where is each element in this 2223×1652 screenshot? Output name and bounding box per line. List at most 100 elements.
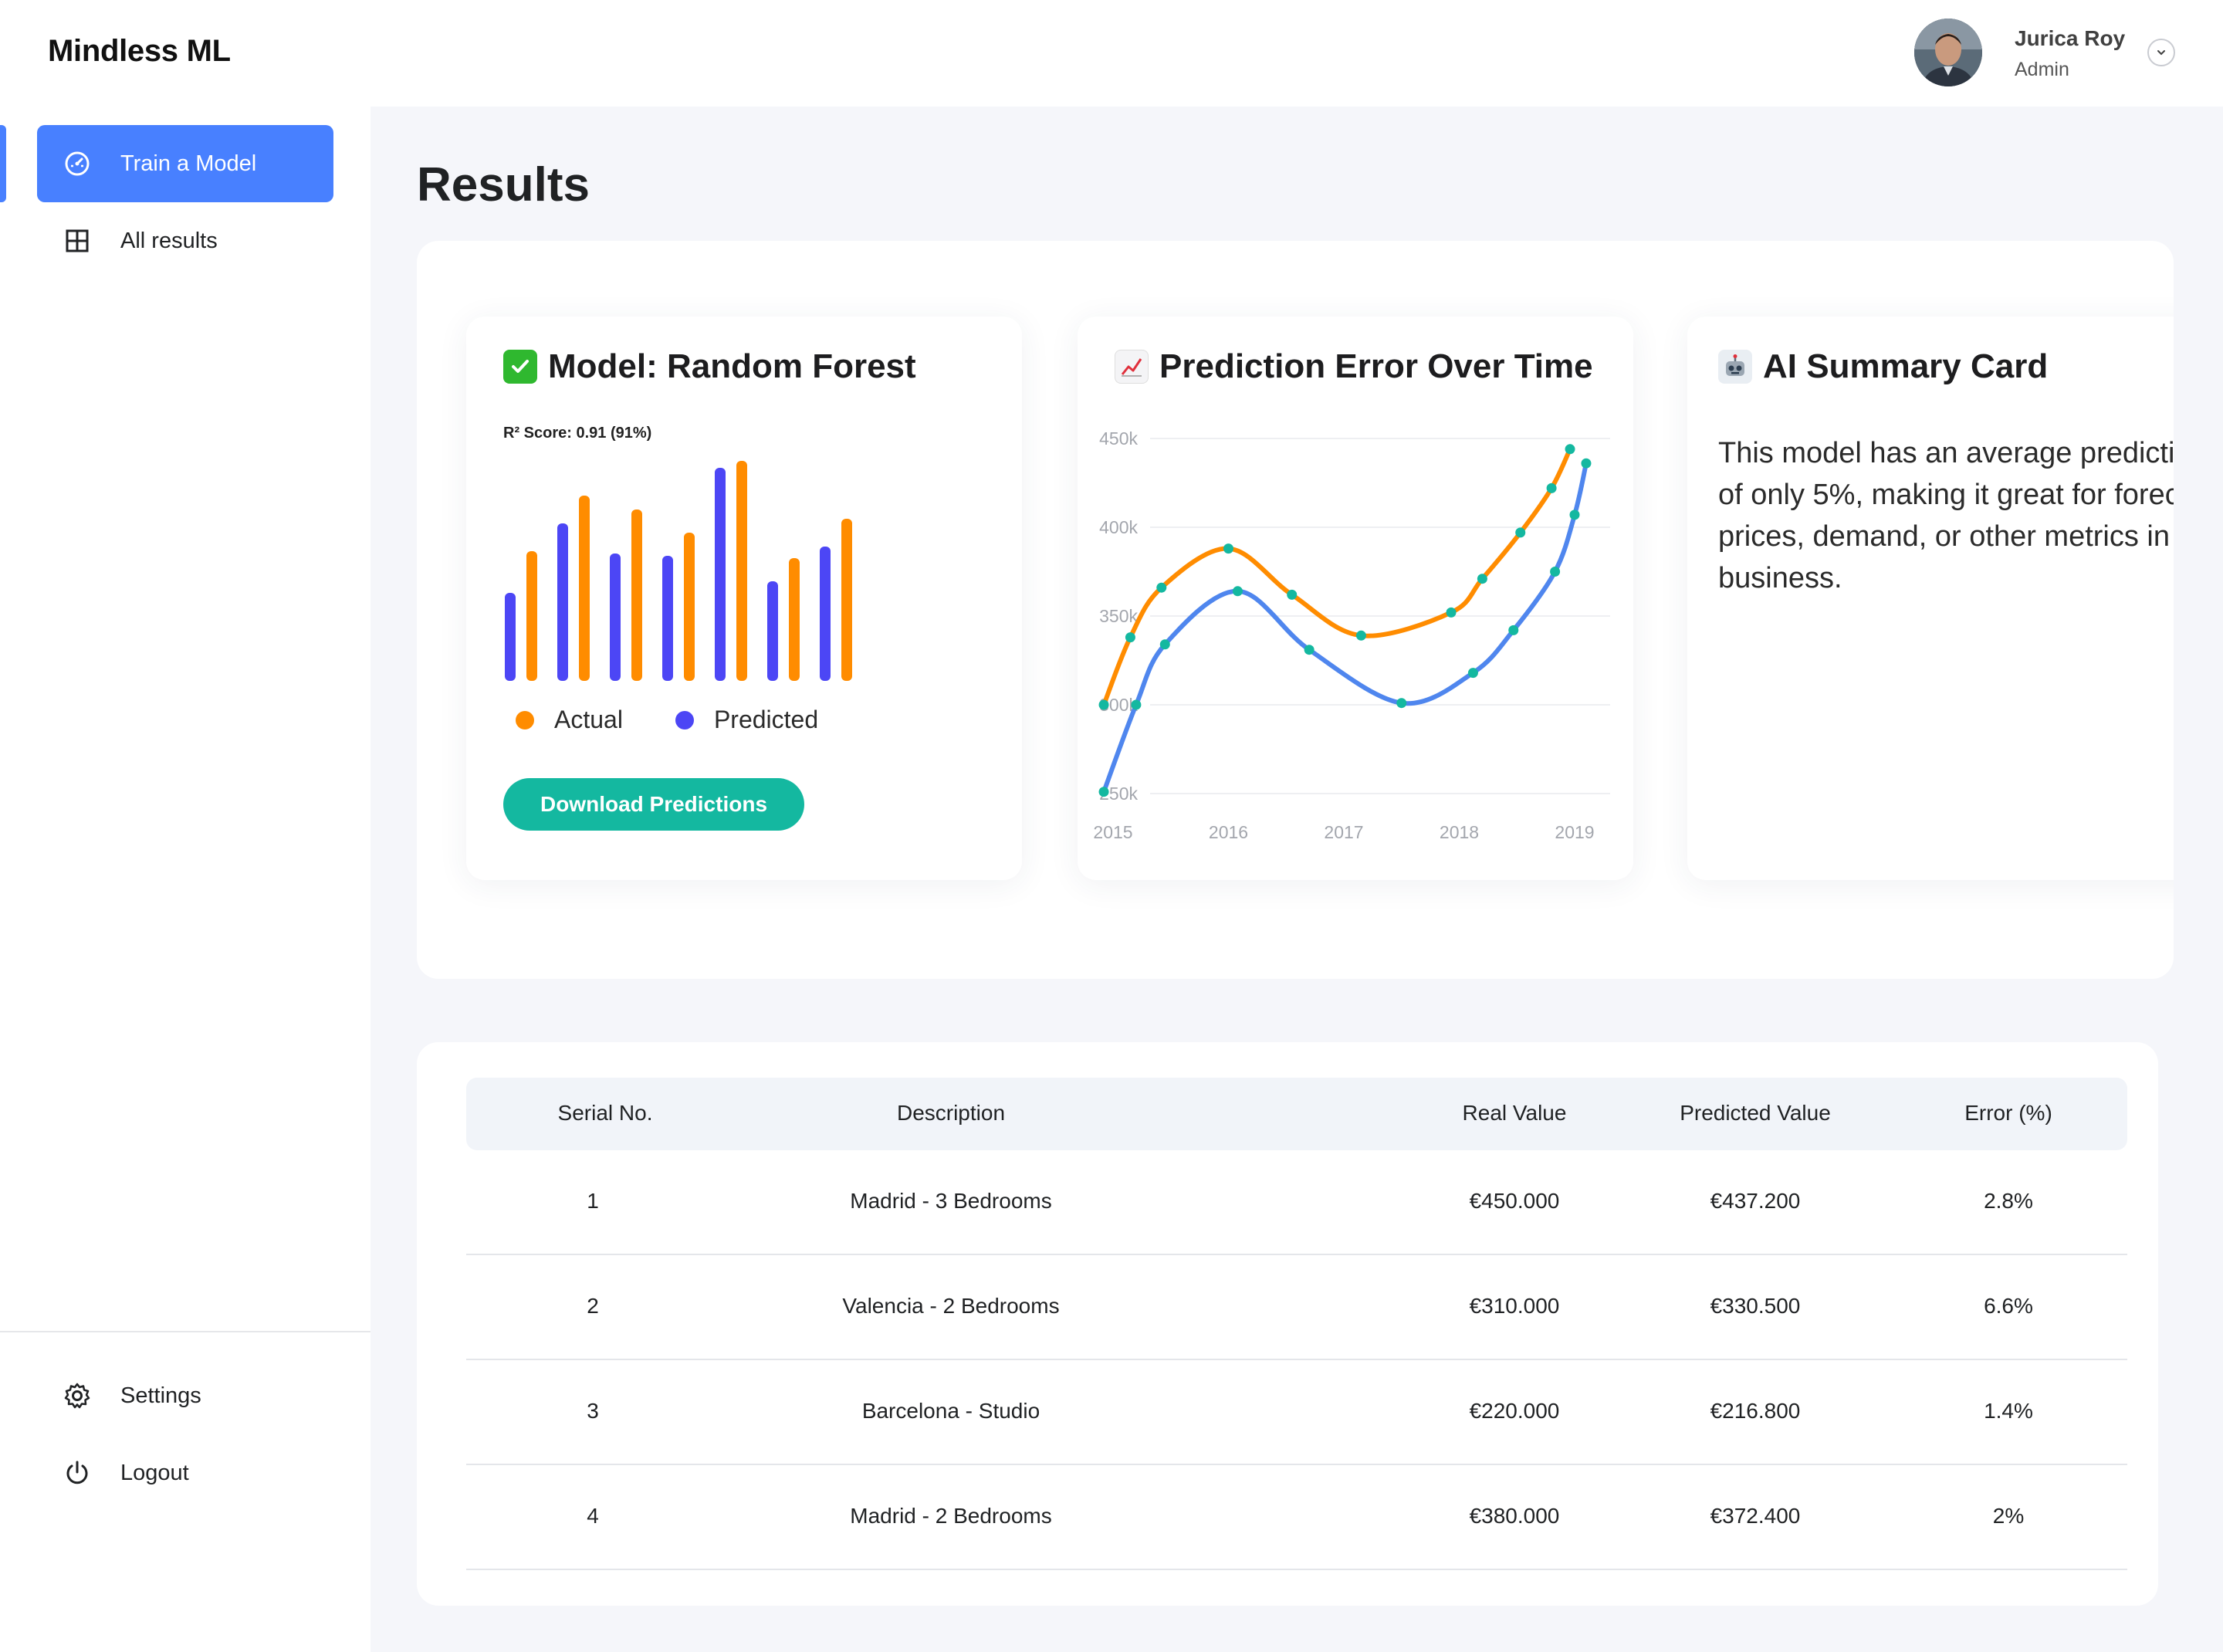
cell-predicted-value: €216.800 — [1710, 1399, 1801, 1423]
model-card-title-text: Model: Random Forest — [548, 347, 916, 385]
sidebar-item-label: Settings — [120, 1383, 201, 1408]
bar-actual — [579, 496, 590, 681]
sidebar-divider — [0, 1331, 370, 1332]
orange-series-point — [1223, 543, 1233, 554]
table-row[interactable]: 4 Madrid - 2 Bedrooms €380.000 €372.400 … — [466, 1465, 2127, 1570]
table-row[interactable]: 3 Barcelona - Studio €220.000 €216.800 1… — [466, 1360, 2127, 1465]
user-menu[interactable]: Jurica Roy Admin — [1914, 19, 2192, 90]
cell-error: 2% — [1992, 1504, 2025, 1528]
bar-actual — [789, 558, 800, 681]
y-tick-label: 350k — [1099, 606, 1138, 626]
model-card-title: Model: Random Forest — [503, 347, 916, 386]
blue-series-point — [1159, 639, 1170, 650]
orange-series-point — [1098, 699, 1109, 710]
legend-predicted-dot — [675, 710, 694, 730]
user-name: Jurica Roy — [2015, 26, 2126, 50]
orange-series-point — [1287, 589, 1298, 600]
active-indicator — [0, 125, 6, 202]
header-error[interactable]: Error (%) — [1869, 1101, 2147, 1126]
orange-series-point — [1477, 574, 1487, 584]
app-brand[interactable]: Mindless ML — [48, 34, 231, 69]
sidebar-item-label: All results — [120, 228, 218, 253]
bar-predicted — [505, 593, 516, 681]
sidebar-item-train-model[interactable]: Train a Model — [37, 125, 333, 202]
chevron-down-icon[interactable] — [2147, 39, 2175, 66]
cell-serial: 3 — [587, 1399, 599, 1423]
blue-series-point — [1098, 787, 1109, 797]
gear-icon — [63, 1382, 91, 1410]
legend-actual-label: Actual — [554, 706, 623, 733]
bar-predicted — [820, 547, 831, 681]
cell-predicted-value: €437.200 — [1710, 1189, 1801, 1213]
cell-real-value: €380.000 — [1469, 1504, 1560, 1528]
blue-series-point — [1581, 458, 1592, 469]
blue-series-point — [1232, 586, 1243, 597]
sidebar-item-label: Logout — [120, 1460, 189, 1485]
header-description[interactable]: Description — [812, 1101, 1090, 1126]
ai-summary-text: This model has an average prediction err… — [1718, 437, 2174, 594]
cell-description: Barcelona - Studio — [861, 1399, 1040, 1423]
header-real-value[interactable]: Real Value — [1375, 1101, 1653, 1126]
bar-predicted — [767, 581, 778, 681]
download-predictions-button[interactable]: Download Predictions — [503, 778, 804, 831]
legend-predicted-label: Predicted — [713, 706, 819, 733]
header-serial[interactable]: Serial No. — [466, 1101, 744, 1126]
blue-series-point — [1550, 567, 1561, 577]
bar-chart — [505, 461, 852, 681]
bar-predicted — [662, 556, 673, 681]
cell-real-value: €220.000 — [1469, 1399, 1560, 1423]
header-predicted-value[interactable]: Predicted Value — [1616, 1101, 1894, 1126]
cell-real-value: €450.000 — [1469, 1189, 1560, 1213]
bar-actual — [841, 519, 852, 681]
cell-error: 2.8% — [1984, 1189, 2033, 1213]
power-icon — [63, 1459, 91, 1487]
cell-error: 6.6% — [1984, 1294, 2033, 1318]
y-tick-label: 400k — [1099, 517, 1138, 537]
table-row[interactable]: 2 Valencia - 2 Bedrooms €310.000 €330.50… — [466, 1255, 2127, 1360]
table-row[interactable]: 1 Madrid - 3 Bedrooms €450.000 €437.200 … — [466, 1150, 2127, 1255]
results-cards-panel: Model: Random Forest R² Score: 0.91 (91%… — [417, 241, 2174, 979]
orange-series-point — [1546, 482, 1557, 493]
bar-predicted — [610, 553, 621, 681]
bar-actual — [526, 551, 537, 681]
top-bar: Mindless ML Jurica Roy Admin — [0, 0, 2223, 107]
ai-summary-title: AI Summary Card — [1718, 347, 2048, 386]
legend-actual-dot — [516, 710, 534, 730]
ai-summary-card: AI Summary Card This model has an averag… — [1687, 317, 2174, 880]
blue-series-point — [1569, 509, 1580, 520]
sidebar-item-settings[interactable]: Settings — [37, 1357, 333, 1434]
bar-predicted — [557, 523, 568, 681]
r2-score: R² Score: 0.91 (91%) — [503, 425, 652, 442]
bar-actual — [684, 533, 695, 681]
prediction-error-title-text: Prediction Error Over Time — [1159, 347, 1593, 385]
grid-icon — [63, 227, 91, 255]
sidebar-item-label: Train a Model — [120, 151, 257, 176]
bar-actual — [736, 461, 747, 681]
cell-real-value: €310.000 — [1469, 1294, 1560, 1318]
cell-description: Madrid - 2 Bedrooms — [850, 1504, 1052, 1528]
orange-series-point — [1355, 630, 1366, 641]
ai-summary-title-text: AI Summary Card — [1763, 347, 2049, 385]
x-tick-label: 2018 — [1440, 822, 1479, 842]
page-title: Results — [417, 158, 590, 212]
avatar[interactable] — [1914, 19, 1982, 86]
check-icon — [503, 350, 537, 384]
cell-serial: 2 — [587, 1294, 599, 1318]
x-tick-label: 2016 — [1209, 822, 1248, 842]
robot-icon — [1718, 350, 1752, 384]
bar-chart-legend: Actual Predicted — [503, 706, 858, 734]
blue-series-point — [1508, 625, 1519, 635]
orange-series-point — [1125, 632, 1135, 643]
cell-serial: 4 — [587, 1504, 599, 1528]
orange-series-point — [1156, 582, 1167, 593]
prediction-error-title: Prediction Error Over Time — [1115, 347, 1593, 386]
cell-serial: 1 — [587, 1189, 599, 1213]
sidebar-item-all-results[interactable]: All results — [37, 202, 333, 279]
cell-description: Madrid - 3 Bedrooms — [850, 1189, 1052, 1213]
blue-series-point — [1131, 699, 1142, 710]
prediction-error-card: Prediction Error Over Time 250k 300k 350k 4… — [1078, 317, 1633, 880]
speedometer-icon — [63, 150, 91, 178]
results-table: Serial No. Description Real Value Predic… — [417, 1042, 2158, 1606]
sidebar-item-logout[interactable]: Logout — [37, 1434, 333, 1512]
cell-predicted-value: €330.500 — [1710, 1294, 1801, 1318]
